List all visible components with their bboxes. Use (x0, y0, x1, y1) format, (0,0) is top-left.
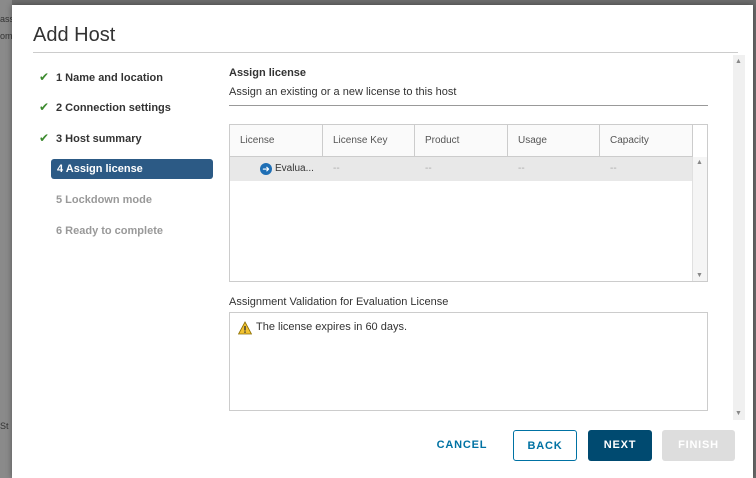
background-text: om (0, 31, 13, 41)
step-name-and-location[interactable]: ✔ 1 Name and location (39, 67, 211, 87)
grid-scrollbar[interactable]: ▲ ▼ (692, 157, 707, 281)
add-host-dialog: Add Host ✔ 1 Name and location ✔ 2 Connect… (12, 5, 753, 478)
step-label: 1 Name and location (56, 72, 163, 84)
background-text: St (0, 421, 9, 431)
validation-box: The license expires in 60 days. (229, 312, 708, 411)
step-label: 2 Connection settings (56, 102, 171, 114)
section-title: Assign license (229, 67, 307, 79)
scroll-up-icon[interactable]: ▲ (735, 58, 742, 65)
column-header-usage[interactable]: Usage (508, 125, 600, 156)
cancel-button[interactable]: CANCEL (424, 430, 500, 461)
dialog-title: Add Host (33, 24, 116, 46)
divider (229, 105, 708, 106)
scroll-up-icon[interactable]: ▲ (696, 159, 703, 166)
section-subtitle: Assign an existing or a new license to t… (229, 86, 457, 98)
step-host-summary[interactable]: ✔ 3 Host summary (39, 128, 211, 148)
finish-button: FINISH (662, 430, 735, 461)
validation-label: Assignment Validation for Evaluation Lic… (229, 296, 449, 308)
column-header-product[interactable]: Product (415, 125, 508, 156)
checkmark-icon: ✔ (39, 131, 50, 145)
step-label: 3 Host summary (56, 133, 142, 145)
scroll-down-icon[interactable]: ▼ (735, 410, 742, 417)
cell-product: -- (425, 163, 432, 174)
dialog-scrollbar[interactable]: ▲ ▼ (733, 55, 745, 420)
step-connection-settings[interactable]: ✔ 2 Connection settings (39, 97, 211, 117)
checkmark-icon: ✔ (39, 70, 50, 84)
checkmark-icon: ✔ (39, 100, 50, 114)
cell-capacity: -- (610, 163, 617, 174)
warning-icon (238, 321, 252, 335)
step-ready-to-complete: 6 Ready to complete (56, 221, 228, 241)
column-header-license[interactable]: License (230, 125, 323, 156)
cell-usage: -- (518, 163, 525, 174)
column-header-license-key[interactable]: License Key (323, 125, 415, 156)
grid-header: License License Key Product Usage Capaci… (230, 125, 693, 157)
step-label: 5 Lockdown mode (56, 194, 152, 206)
validation-message: The license expires in 60 days. (256, 321, 408, 333)
cell-license-key: -- (333, 163, 340, 174)
step-lockdown-mode: 5 Lockdown mode (56, 190, 228, 210)
next-button[interactable]: NEXT (588, 430, 652, 461)
license-grid: License License Key Product Usage Capaci… (229, 124, 708, 282)
column-header-capacity[interactable]: Capacity (600, 125, 693, 156)
step-label: 4 Assign license (57, 163, 143, 175)
divider (33, 52, 738, 53)
step-label: 6 Ready to complete (56, 225, 163, 237)
step-assign-license[interactable]: 4 Assign license (51, 159, 213, 179)
scroll-down-icon[interactable]: ▼ (696, 272, 703, 279)
back-button[interactable]: BACK (513, 430, 577, 461)
cell-license: Evalua... (275, 163, 314, 174)
background-app: ass om St (0, 0, 14, 478)
table-row[interactable]: ➜ Evalua... -- -- -- -- (230, 157, 693, 181)
